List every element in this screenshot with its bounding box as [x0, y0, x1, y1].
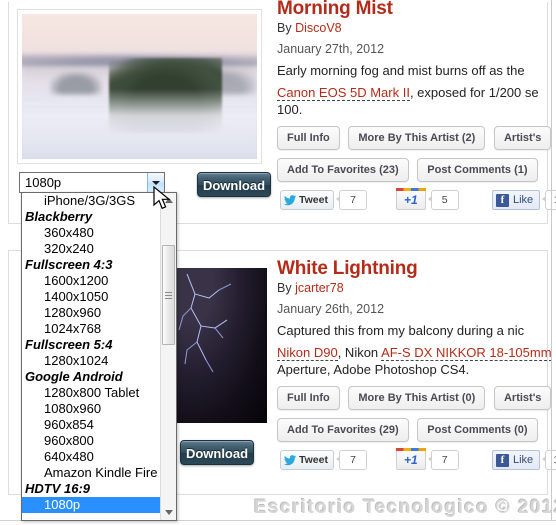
dropdown-option[interactable]: 1024x768: [22, 321, 160, 337]
dropdown-group-label: Fullscreen 4:3: [25, 257, 113, 272]
chevron-down-icon[interactable]: [147, 173, 164, 192]
dropdown-option[interactable]: 360x480: [22, 225, 160, 241]
page-right-edge: [551, 0, 552, 525]
dropdown-group-label: Google Android: [25, 369, 123, 384]
google-plus-one-button-2[interactable]: +1: [396, 448, 426, 470]
action-buttons-row-2b: Add To Favorites (29) Post Comments (0): [277, 418, 556, 442]
tweet-label-1: Tweet: [299, 194, 328, 206]
tweet-button-1[interactable]: Tweet: [280, 190, 334, 210]
dropdown-group-label: Fullscreen 5:4: [25, 337, 113, 352]
dropdown-options: iPhone/3G/3GS Blackberry 360x480 320x240 Ful…: [22, 193, 160, 513]
article-gear-2: Nikon D90, Nikon AF-S DX NIKKOR 18-105mm…: [277, 344, 556, 378]
byline-prefix: By: [277, 21, 292, 35]
social-row-1: Tweet 7 +1 5 f Like 11: [277, 188, 556, 212]
add-to-favorites-button-1[interactable]: Add To Favorites (23): [277, 158, 409, 182]
page-root: 1080p Download Morning Mist By DiscoV8 J…: [0, 0, 556, 525]
article-date-1: January 27th, 2012: [277, 42, 385, 56]
tweet-button-2[interactable]: Tweet: [280, 450, 334, 470]
more-by-artist-button-2[interactable]: More By This Artist (0): [348, 386, 486, 410]
resolution-dropdown-list[interactable]: iPhone/3G/3GS Blackberry 360x480 320x240 Ful…: [21, 192, 177, 521]
facebook-like-label-1: Like: [513, 194, 534, 206]
action-buttons-row-1b: Add To Favorites (23) Post Comments (1): [277, 158, 556, 182]
social-row-2: Tweet 7 +1 7 f Like 12: [277, 448, 556, 472]
gear-text-2: , Nikon: [337, 345, 382, 360]
lightning-bolt-icon: [178, 273, 232, 373]
dropdown-option[interactable]: 640x480: [22, 449, 160, 465]
tweet-count-2: 7: [335, 450, 367, 470]
article-description-2: Captured this from my balcony during a n…: [277, 323, 525, 338]
gear-text-1b: 100.: [277, 102, 303, 117]
article-description-1: Early morning fog and mist burns off as …: [277, 63, 525, 78]
article-date-2: January 26th, 2012: [277, 302, 385, 316]
dropdown-option[interactable]: 1280x800 Tablet: [22, 385, 160, 401]
gear-text-2b: Aperture, Adobe Photoshop CS4.: [277, 362, 470, 377]
scrollbar-thumb[interactable]: [162, 245, 175, 345]
resolution-select-1[interactable]: 1080p: [19, 172, 165, 193]
dropdown-scrollbar[interactable]: [160, 193, 176, 520]
author-link-1[interactable]: DiscoV8: [295, 21, 342, 35]
google-plus-count-2: 7: [427, 450, 459, 470]
dropdown-option[interactable]: 320x240: [22, 241, 160, 257]
full-info-button-2[interactable]: Full Info: [277, 386, 340, 410]
post-comments-button-1[interactable]: Post Comments (1): [417, 158, 538, 182]
author-link-2[interactable]: jcarter78: [295, 281, 344, 295]
twitter-bird-icon: [284, 454, 296, 466]
article-title-2: White Lightning: [277, 258, 418, 279]
dropdown-option[interactable]: iPhone/3G/3GS: [22, 193, 160, 209]
scrollbar-down-arrow[interactable]: [161, 505, 176, 520]
twitter-bird-icon: [284, 194, 296, 206]
scrollbar-up-arrow[interactable]: [161, 193, 176, 208]
action-buttons-row-2a: Full Info More By This Artist (0) Artist…: [277, 386, 556, 410]
action-buttons-row-1a: Full Info More By This Artist (2) Artist…: [277, 126, 556, 150]
camera-link-2[interactable]: Nikon D90: [277, 345, 338, 361]
dropdown-option[interactable]: 1600x1200: [22, 273, 160, 289]
tweet-label-2: Tweet: [299, 454, 328, 466]
tweet-count-1: 7: [335, 190, 367, 210]
photo-thumbnail-1[interactable]: [17, 9, 262, 164]
add-to-favorites-button-2[interactable]: Add To Favorites (29): [277, 418, 409, 442]
dropdown-option[interactable]: 1080x960: [22, 401, 160, 417]
camera-link-1[interactable]: Canon EOS 5D Mark II: [277, 85, 410, 101]
facebook-like-label-2: Like: [513, 454, 534, 466]
article-byline-1: By DiscoV8: [277, 21, 556, 35]
byline-prefix-2: By: [277, 281, 292, 295]
lens-link-2[interactable]: AF-S DX NIKKOR 18-105mm: [381, 345, 552, 361]
google-plus-one-button-1[interactable]: +1: [396, 188, 426, 210]
facebook-f-icon: f: [496, 453, 509, 467]
dropdown-option[interactable]: 1080p: [22, 497, 160, 513]
artists-page-button-1[interactable]: Artist's: [493, 126, 552, 150]
dropdown-group-label: Blackberry: [25, 209, 93, 224]
dropdown-option[interactable]: Amazon Kindle Fire: [22, 465, 160, 481]
photo-morning-mist: [22, 14, 257, 159]
download-button-1[interactable]: Download: [197, 172, 271, 197]
resolution-select-value: 1080p: [25, 175, 62, 190]
dropdown-option[interactable]: 960x800: [22, 433, 160, 449]
facebook-like-button-2[interactable]: f Like: [492, 450, 541, 470]
gear-text-1: , exposed for 1/200 se: [409, 85, 539, 100]
article-title-1: Morning Mist: [277, 0, 393, 19]
more-by-artist-button-1[interactable]: More By This Artist (2): [348, 126, 486, 150]
site-watermark: Escritorio Tecnologico © 2012: [254, 497, 556, 518]
photo-thumbnail-2[interactable]: [175, 268, 267, 423]
dropdown-option[interactable]: 1280x960: [22, 305, 160, 321]
facebook-f-icon: f: [496, 193, 509, 207]
dropdown-option[interactable]: 1280x1024: [22, 353, 160, 369]
dropdown-option[interactable]: 960x854: [22, 417, 160, 433]
download-button-2[interactable]: Download: [180, 440, 254, 465]
google-plus-count-1: 5: [427, 190, 459, 210]
article-gear-1: Canon EOS 5D Mark II, exposed for 1/200 …: [277, 84, 556, 118]
photo-white-lightning: [175, 268, 267, 423]
full-info-button-1[interactable]: Full Info: [277, 126, 340, 150]
artists-page-button-2[interactable]: Artist's: [493, 386, 552, 410]
dropdown-group-label: HDTV 16:9: [25, 481, 91, 496]
post-comments-button-2[interactable]: Post Comments (0): [417, 418, 538, 442]
article-byline-2: By jcarter78: [277, 281, 556, 295]
facebook-like-button-1[interactable]: f Like: [492, 190, 541, 210]
dropdown-option[interactable]: 1400x1050: [22, 289, 160, 305]
